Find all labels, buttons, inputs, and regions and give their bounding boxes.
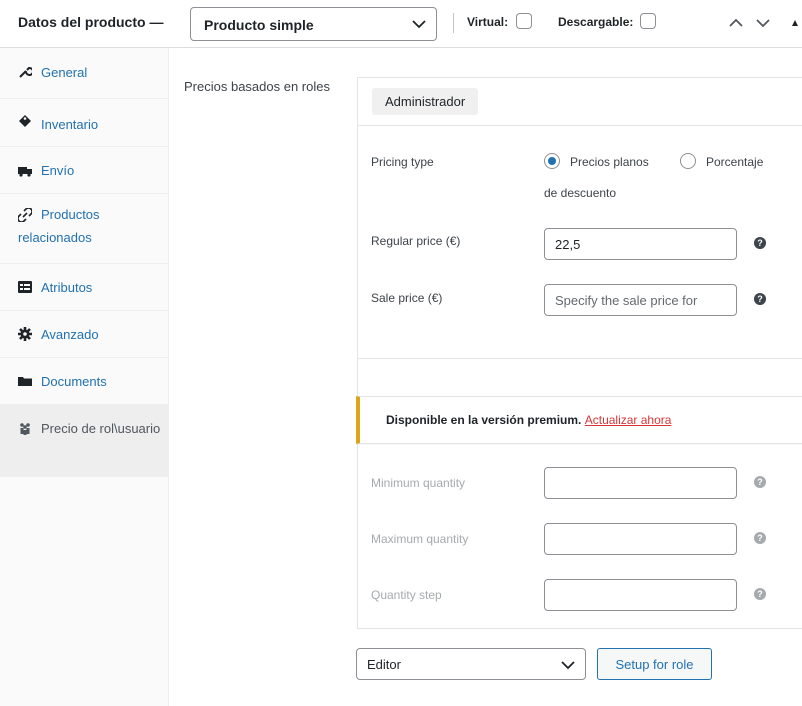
product-data-header: Datos del producto — Producto simple Vir… xyxy=(0,0,802,48)
sale-price-input[interactable] xyxy=(544,284,737,316)
regular-price-input[interactable] xyxy=(544,228,737,260)
panel-divider xyxy=(358,358,802,359)
role-pricing-field-label: Precios basados en roles xyxy=(184,79,330,94)
tab-atributos[interactable]: Atributos xyxy=(0,264,169,311)
tab-documents[interactable]: Documents xyxy=(0,358,169,405)
role-select[interactable]: Editor xyxy=(356,648,586,680)
header-separator xyxy=(453,13,454,33)
radio-precios-planos-label: Precios planos xyxy=(570,155,649,169)
min-quantity-help-icon[interactable]: ? xyxy=(754,476,766,488)
product-data-tabs: General Inventario Envío Productos relac… xyxy=(0,48,169,706)
quantity-step-input[interactable] xyxy=(544,579,737,611)
upgrade-link[interactable]: Actualizar ahora xyxy=(585,413,672,427)
tab-productos-relacionados[interactable]: Productos relacionados xyxy=(0,194,169,264)
role-tag-administrador[interactable]: Administrador xyxy=(372,88,479,115)
collapse-toggle-icon[interactable] xyxy=(786,14,802,32)
gear-icon xyxy=(18,327,32,341)
setup-for-role-button[interactable]: Setup for role xyxy=(597,648,712,680)
tab-general-label: General xyxy=(41,65,88,80)
max-quantity-input[interactable] xyxy=(544,523,737,555)
downloadable-label: Descargable: xyxy=(558,15,634,29)
virtual-checkbox[interactable] xyxy=(516,13,532,29)
min-quantity-input[interactable] xyxy=(544,467,737,499)
tab-inventario[interactable]: Inventario xyxy=(0,99,169,147)
tab-atributos-label: Atributos xyxy=(41,280,93,295)
product-type-select[interactable]: Producto simple xyxy=(190,7,437,41)
role-pricing-panel: Administrador Pricing type Precios plano… xyxy=(356,77,802,629)
radio-precios-planos[interactable] xyxy=(544,153,560,169)
regular-price-help-icon[interactable]: ? xyxy=(754,237,766,249)
tab-avanzado-label: Avanzado xyxy=(41,327,99,342)
tab-general[interactable]: General xyxy=(0,48,169,99)
downloadable-checkbox[interactable] xyxy=(640,13,656,29)
premium-notice-text: Disponible en la versión premium. Actual… xyxy=(386,413,672,427)
regular-price-label: Regular price (€) xyxy=(371,234,461,248)
tab-productos-relacionados-label: Productos relacionados xyxy=(18,207,100,245)
chevron-down-icon xyxy=(412,20,426,29)
virtual-label: Virtual: xyxy=(467,15,509,29)
premium-notice: Disponible en la versión premium. Actual… xyxy=(356,396,802,444)
move-up-icon[interactable] xyxy=(727,14,745,32)
list-icon xyxy=(18,281,32,293)
sale-price-help-icon[interactable]: ? xyxy=(754,293,766,305)
folder-icon xyxy=(18,377,32,386)
truck-icon xyxy=(18,167,32,177)
tab-precio-rol-usuario[interactable]: Precio de rol\usuario xyxy=(0,405,169,477)
min-quantity-label: Minimum quantity xyxy=(371,476,466,490)
quantity-step-label: Quantity step xyxy=(371,588,442,602)
tab-inventario-label: Inventario xyxy=(41,117,99,132)
radio-porcentaje-descuento[interactable] xyxy=(680,153,696,169)
max-quantity-label: Maximum quantity xyxy=(371,532,469,546)
product-data-title: Datos del producto — xyxy=(18,14,164,30)
sale-price-label: Sale price (€) xyxy=(371,291,443,305)
role-panel-header: Administrador xyxy=(358,78,802,126)
quantity-step-help-icon[interactable]: ? xyxy=(754,588,766,600)
pricing-type-label: Pricing type xyxy=(371,155,434,169)
chevron-down-icon xyxy=(561,661,575,670)
role-select-value: Editor xyxy=(367,657,401,672)
product-type-value: Producto simple xyxy=(204,17,314,33)
wrench-icon xyxy=(19,67,32,78)
tab-envio-label: Envío xyxy=(41,163,75,178)
max-quantity-help-icon[interactable]: ? xyxy=(754,532,766,544)
tab-documents-label: Documents xyxy=(41,374,107,389)
tab-precio-rol-usuario-label: Precio de rol\usuario xyxy=(41,421,161,436)
tab-envio[interactable]: Envío xyxy=(0,147,169,194)
tag-icon xyxy=(19,115,31,127)
tab-avanzado[interactable]: Avanzado xyxy=(0,311,169,358)
move-down-icon[interactable] xyxy=(754,14,772,32)
